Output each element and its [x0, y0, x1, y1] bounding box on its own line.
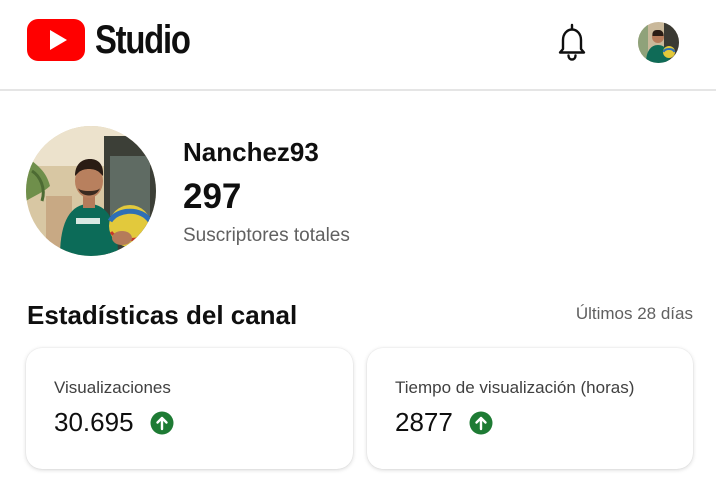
- account-avatar[interactable]: [638, 22, 679, 63]
- watch-time-stat-card[interactable]: Tiempo de visualización (horas) 2877: [367, 348, 693, 469]
- app-header: Studio: [0, 0, 716, 91]
- channel-avatar[interactable]: [26, 126, 156, 256]
- stats-period: Últimos 28 días: [575, 304, 693, 323]
- views-label: Visualizaciones: [54, 378, 171, 397]
- channel-stats-title: Estadísticas del canal: [27, 300, 298, 330]
- watch-time-value-row: 2877: [395, 407, 493, 438]
- studio-logo[interactable]: Studio: [27, 19, 210, 61]
- arrow-up-circle-icon: [469, 411, 493, 434]
- watch-time-value: 2877: [395, 407, 453, 437]
- studio-home-screen: Studio Nanchez93 297 Suscriptores totale…: [0, 0, 716, 485]
- bell-icon[interactable]: [554, 22, 590, 62]
- watch-time-label: Tiempo de visualización (horas): [395, 378, 635, 397]
- avatar-photo: [638, 22, 679, 63]
- views-value-row: 30.695: [54, 407, 174, 438]
- studio-logo-text: Studio: [95, 18, 191, 62]
- subscriber-label: Suscriptores totales: [183, 225, 350, 246]
- subscriber-count: 297: [183, 177, 242, 216]
- channel-name: Nanchez93: [183, 137, 319, 167]
- views-value: 30.695: [54, 407, 134, 437]
- arrow-up-circle-icon: [150, 411, 174, 434]
- channel-photo: [26, 126, 156, 256]
- views-stat-card[interactable]: Visualizaciones 30.695: [26, 348, 353, 469]
- youtube-logo-icon: [27, 19, 85, 61]
